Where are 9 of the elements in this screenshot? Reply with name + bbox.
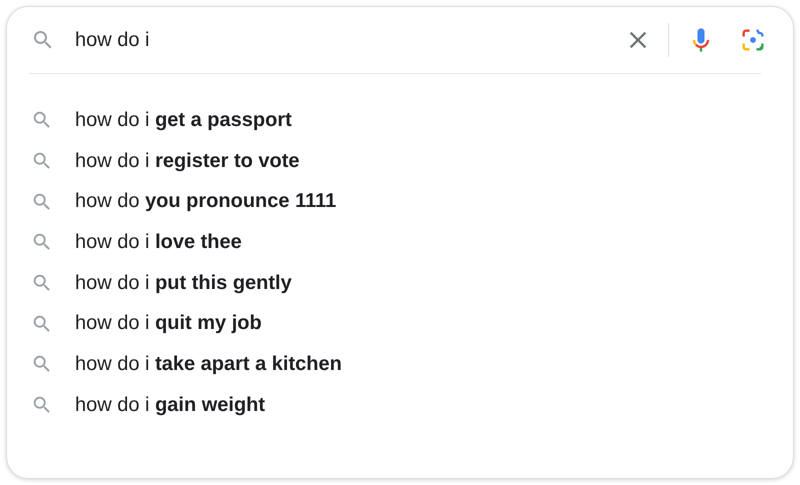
suggestion-item[interactable]: how do i love thee — [75, 230, 242, 254]
suggestion-item[interactable]: how do i quit my job — [75, 312, 262, 336]
suggestion-item[interactable]: how do i get a passport — [75, 108, 292, 132]
suggestion-item[interactable]: how do i put this gently — [75, 272, 292, 295]
suggestion-item[interactable]: how do i gain weight — [75, 394, 266, 417]
suggestion-item[interactable]: how do you pronounce 1111 — [75, 190, 336, 214]
search-field[interactable]: how do i — [75, 28, 618, 52]
suggestion-item[interactable]: how do i register to vote — [75, 150, 300, 173]
suggestion-item[interactable]: how do i take apart a kitchen — [75, 352, 342, 376]
